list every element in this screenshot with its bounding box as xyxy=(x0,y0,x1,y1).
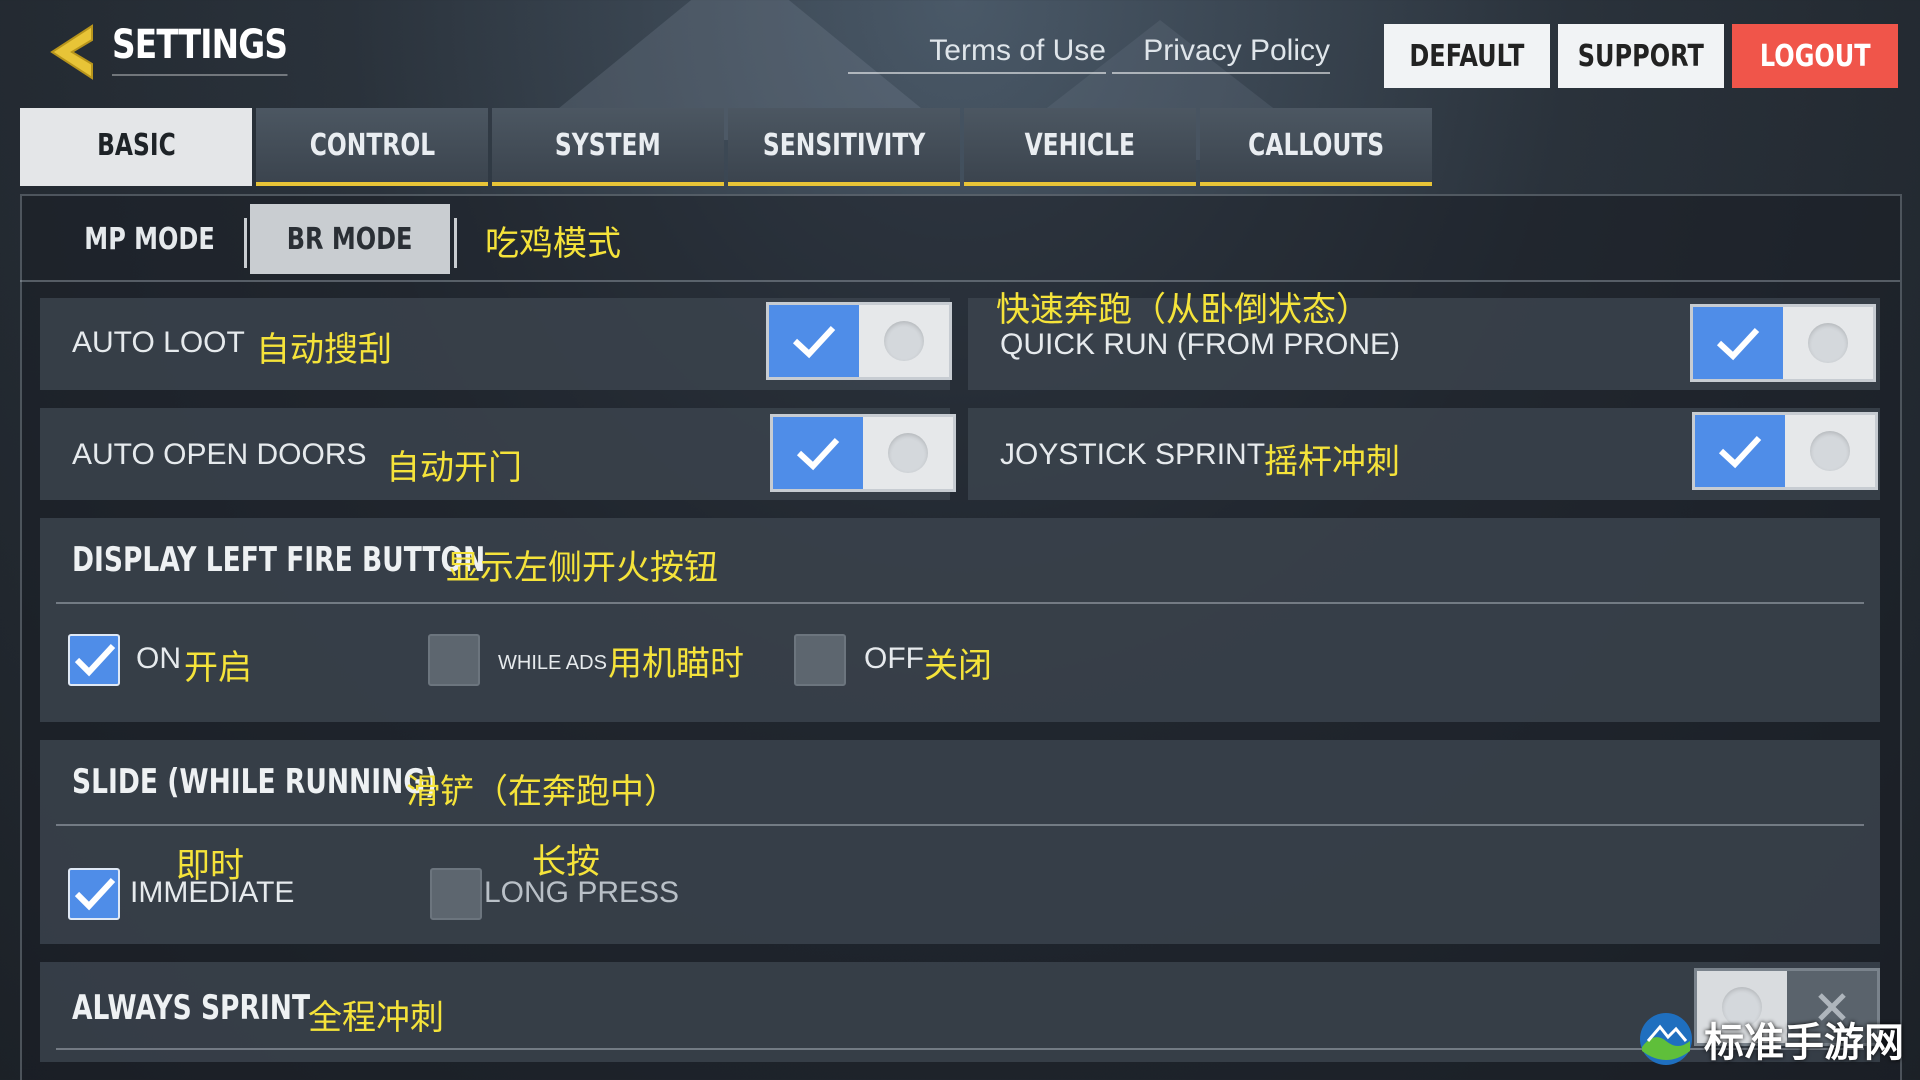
slide-long-press-label: LONG PRESS xyxy=(484,876,680,909)
header-bar: SETTINGS Terms of Use Privacy Policy DEF… xyxy=(0,0,1920,100)
subtab-label: MP MODE xyxy=(84,221,216,257)
tab-vehicle[interactable]: VEHICLE xyxy=(964,108,1196,186)
default-button[interactable]: DEFAULT xyxy=(1384,24,1550,88)
toggle-knob xyxy=(1783,307,1873,379)
auto-open-doors-label: AUTO OPEN DOORS xyxy=(72,438,367,471)
auto-loot-label: AUTO LOOT xyxy=(72,326,245,359)
always-sprint-title: ALWAYS SPRINT xyxy=(72,988,311,1028)
joystick-sprint-toggle[interactable] xyxy=(1692,412,1878,490)
left-fire-while-ads-checkbox[interactable] xyxy=(428,634,480,686)
page-title: SETTINGS xyxy=(112,22,288,76)
mode-subtabs: MP MODE BR MODE 吃鸡模式 xyxy=(20,196,1900,282)
settings-tabs: BASIC CONTROL SYSTEM SENSITIVITY VEHICLE… xyxy=(20,108,1436,186)
left-fire-on-label: ON xyxy=(136,642,181,675)
slide-section: SLIDE (WHILE RUNNING) 滑铲（在奔跑中） 即时 IMMEDI… xyxy=(40,740,1880,944)
section-divider xyxy=(56,824,1864,826)
always-sprint-annotation: 全程冲刺 xyxy=(308,998,444,1038)
section-divider xyxy=(56,602,1864,604)
auto-loot-toggle[interactable] xyxy=(766,302,952,380)
tab-system[interactable]: SYSTEM xyxy=(492,108,724,186)
auto-loot-annotation: 自动搜刮 xyxy=(256,330,392,370)
checkmark-icon xyxy=(74,643,116,677)
toggle-knob xyxy=(1785,415,1875,487)
quick-run-annotation: 快速奔跑（从卧倒状态） xyxy=(996,290,1370,330)
joystick-sprint-label: JOYSTICK SPRINT xyxy=(1000,438,1266,471)
watermark-text: 标准手游网 xyxy=(1704,1019,1904,1066)
section-divider xyxy=(56,1048,1864,1050)
watermark-logo-icon xyxy=(1640,1013,1692,1065)
left-fire-while-ads-annotation: 用机瞄时 xyxy=(608,644,744,684)
left-fire-off-annotation: 关闭 xyxy=(924,646,992,686)
tab-label: CONTROL xyxy=(309,127,435,163)
left-fire-section: DISPLAY LEFT FIRE BUTTON 显示左侧开火按钮 ON 开启 … xyxy=(40,518,1880,722)
toggle-knob xyxy=(859,305,949,377)
joystick-sprint-annotation: 摇杆冲刺 xyxy=(1264,442,1400,482)
joystick-sprint-row: JOYSTICK SPRINT 摇杆冲刺 xyxy=(968,408,1880,500)
slide-long-press-checkbox[interactable] xyxy=(430,868,482,920)
checkmark-icon xyxy=(1693,307,1783,379)
checkmark-icon xyxy=(1695,415,1785,487)
auto-open-doors-annotation: 自动开门 xyxy=(386,448,522,488)
logout-button-label: LOGOUT xyxy=(1759,38,1871,74)
tab-label: CALLOUTS xyxy=(1248,127,1384,163)
default-button-label: DEFAULT xyxy=(1409,38,1525,74)
tab-label: BASIC xyxy=(96,127,176,163)
left-fire-on-checkbox[interactable] xyxy=(68,634,120,686)
back-arrow-icon[interactable] xyxy=(44,22,104,82)
left-fire-annotation: 显示左侧开火按钮 xyxy=(446,548,718,588)
slide-title: SLIDE (WHILE RUNNING) xyxy=(72,762,438,802)
watermark: 标准手游网 xyxy=(1636,1010,1904,1068)
slide-immediate-label: IMMEDIATE xyxy=(130,876,295,909)
quick-run-toggle[interactable] xyxy=(1690,304,1876,382)
left-fire-off-label: OFF xyxy=(864,642,924,675)
privacy-policy-link[interactable]: Privacy Policy xyxy=(1112,34,1330,74)
br-mode-annotation: 吃鸡模式 xyxy=(485,224,621,264)
terms-of-use-link[interactable]: Terms of Use xyxy=(848,34,1106,74)
checkmark-icon xyxy=(773,417,863,489)
checkmark-icon xyxy=(769,305,859,377)
auto-loot-row: AUTO LOOT 自动搜刮 xyxy=(40,298,952,390)
left-fire-off-checkbox[interactable] xyxy=(794,634,846,686)
slide-immediate-checkbox[interactable] xyxy=(68,868,120,920)
quick-run-label: QUICK RUN (FROM PRONE) xyxy=(1000,328,1400,361)
tab-label: SYSTEM xyxy=(555,127,661,163)
left-fire-on-annotation: 开启 xyxy=(184,648,252,688)
left-fire-title: DISPLAY LEFT FIRE BUTTON xyxy=(72,540,486,580)
subtab-br-mode[interactable]: BR MODE xyxy=(250,204,450,274)
tab-label: VEHICLE xyxy=(1024,127,1136,163)
subtab-separator xyxy=(244,218,247,268)
support-button[interactable]: SUPPORT xyxy=(1558,24,1724,88)
toggle-knob xyxy=(863,417,953,489)
left-fire-while-ads-label: WHILE ADS xyxy=(498,652,607,674)
tab-control[interactable]: CONTROL xyxy=(256,108,488,186)
tab-callouts[interactable]: CALLOUTS xyxy=(1200,108,1432,186)
subtab-mp-mode[interactable]: MP MODE xyxy=(50,204,250,274)
always-sprint-row: ALWAYS SPRINT 全程冲刺 xyxy=(40,962,1880,1062)
logout-button[interactable]: LOGOUT xyxy=(1732,24,1898,88)
tab-basic[interactable]: BASIC xyxy=(20,108,252,186)
auto-open-doors-toggle[interactable] xyxy=(770,414,956,492)
subtab-label: BR MODE xyxy=(287,221,413,257)
tab-label: SENSITIVITY xyxy=(762,127,926,163)
tab-sensitivity[interactable]: SENSITIVITY xyxy=(728,108,960,186)
support-button-label: SUPPORT xyxy=(1577,38,1705,74)
slide-annotation: 滑铲（在奔跑中） xyxy=(406,772,678,812)
auto-open-doors-row: AUTO OPEN DOORS 自动开门 xyxy=(40,408,956,500)
checkmark-icon xyxy=(74,877,116,911)
subtab-separator xyxy=(454,218,457,268)
